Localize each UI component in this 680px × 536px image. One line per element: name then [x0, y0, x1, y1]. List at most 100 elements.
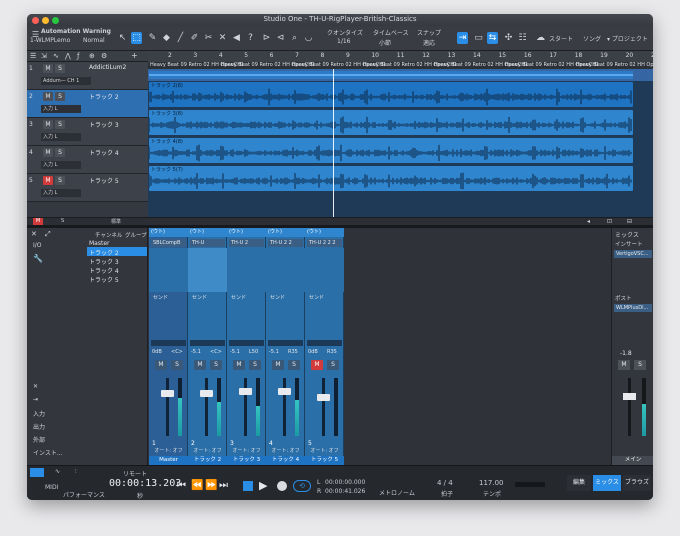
- zoom-label[interactable]: 標準: [111, 218, 121, 225]
- insert-slot[interactable]: TH-U: [190, 239, 225, 247]
- play-button[interactable]: ▶: [259, 479, 267, 492]
- loop-start[interactable]: 00:00:00.000: [325, 479, 365, 486]
- mute-button[interactable]: M: [43, 120, 53, 129]
- main-mute-button[interactable]: M: [618, 360, 630, 370]
- track-row-5[interactable]: 5 M S トラック 5 入力 L: [27, 174, 148, 202]
- remote-label[interactable]: リモート: [123, 469, 147, 478]
- solo-button[interactable]: S: [55, 92, 65, 101]
- main-fader-knob[interactable]: [623, 393, 636, 400]
- snap-toggle-icon[interactable]: ⇥: [457, 32, 468, 44]
- zoom-icon[interactable]: ⌕: [289, 32, 300, 44]
- arrow-tool-icon[interactable]: ↖: [117, 32, 128, 44]
- output-icon[interactable]: ⇥: [33, 396, 38, 403]
- mixer-channel-strip[interactable]: (ウト) TH-U 2 センド -5.1 L50 M S 3 オート: オフ トラック 3: [227, 228, 266, 465]
- metronome-label[interactable]: メトロノーム: [379, 488, 415, 497]
- mixer-channel-strip[interactable]: (ウト) TH-U 2 2 2 センド 0dB R35 M S 5 オート: オフ トラック 5: [305, 228, 344, 465]
- browse-tab[interactable]: ブラウズ: [623, 475, 651, 491]
- fader-track[interactable]: [166, 378, 169, 436]
- loop-button[interactable]: ⟲: [293, 480, 311, 492]
- add-track-icon[interactable]: +: [131, 51, 138, 60]
- mixer-channel-strip[interactable]: (ウト) TH-U センド -5.1 <C> M S 2 オート: オフ トラック 2: [188, 228, 227, 465]
- time-display[interactable]: 00:00:13.203: [109, 478, 181, 489]
- mute-button[interactable]: M: [233, 360, 245, 370]
- song-label[interactable]: ソング: [583, 34, 601, 43]
- insert-area[interactable]: [188, 248, 227, 292]
- automation-mode[interactable]: オート: オフ: [151, 448, 186, 455]
- track-name[interactable]: トラック 3: [89, 120, 119, 129]
- track-row-1[interactable]: 1 M S AddictiLum2 Addum— CH 1: [27, 62, 148, 90]
- rewind-start-icon[interactable]: ⏮: [177, 480, 186, 491]
- insert-slot[interactable]: SBLCompB: [151, 239, 186, 247]
- insert-slot[interactable]: TH-U 2: [229, 239, 264, 247]
- mute-button[interactable]: M: [155, 360, 167, 370]
- snap-value[interactable]: 適応: [423, 38, 435, 47]
- send-label[interactable]: センド: [229, 294, 264, 302]
- mute-button[interactable]: M: [272, 360, 284, 370]
- channel-item[interactable]: トラック 4: [89, 266, 119, 275]
- edit-tab[interactable]: 編集: [567, 475, 591, 491]
- wrench-icon[interactable]: 🔧: [33, 254, 43, 263]
- mute-button[interactable]: M: [311, 360, 323, 370]
- track-3-lane[interactable]: トラック 3(8): [148, 108, 653, 136]
- post-label[interactable]: ポスト: [615, 294, 632, 302]
- automation-mode[interactable]: オート: オフ: [268, 448, 303, 455]
- audio-bend-icon[interactable]: ⊳: [261, 32, 272, 44]
- instrument-label[interactable]: インスト...: [33, 448, 63, 457]
- track-input[interactable]: 入力 L: [41, 189, 81, 197]
- pencil-tool-icon[interactable]: ✎: [147, 32, 158, 44]
- fader-track[interactable]: [205, 378, 208, 436]
- fader-knob[interactable]: [161, 390, 174, 397]
- insert-slot[interactable]: TH-U 2 2 2: [307, 239, 342, 247]
- gear-icon[interactable]: ⚙: [101, 52, 107, 60]
- fader-track[interactable]: [322, 378, 325, 436]
- mute-button[interactable]: M: [43, 64, 53, 73]
- cloud-icon[interactable]: ☁: [535, 32, 546, 44]
- autoscroll-icon[interactable]: ✣: [503, 32, 514, 44]
- automation-mode[interactable]: オート: オフ: [307, 448, 342, 455]
- mixer-channel-strip[interactable]: (ウト) SBLCompB センド 0dB <C> M S 1 オート: オフ Master: [149, 228, 188, 465]
- fader-knob[interactable]: [239, 388, 252, 395]
- mixer-view-icon[interactable]: ⫶: [75, 468, 77, 476]
- line-tool-icon[interactable]: ✐: [189, 32, 200, 44]
- io-header[interactable]: (ウト): [227, 228, 266, 237]
- pan-slider[interactable]: [229, 340, 264, 346]
- audio-clip[interactable]: トラック 3(8): [149, 110, 633, 135]
- solo-button[interactable]: S: [249, 360, 261, 370]
- send-area[interactable]: [227, 306, 266, 340]
- channel-name[interactable]: Master: [149, 456, 188, 465]
- mix-tab[interactable]: ミックス: [593, 475, 621, 491]
- chord-label[interactable]: Heavy Beat 09 Retro 02 HH OpenCH1: [576, 62, 653, 68]
- quantize-icon[interactable]: ◡: [303, 32, 314, 44]
- channel-name[interactable]: トラック 3: [227, 456, 266, 465]
- mute-button[interactable]: M: [43, 92, 53, 101]
- zoom-slider-icon[interactable]: ⊟: [627, 218, 632, 225]
- pan-slider[interactable]: [151, 340, 186, 346]
- pointer-tool-icon[interactable]: ⬚: [131, 32, 142, 44]
- insert-area[interactable]: [305, 248, 344, 292]
- list-icon[interactable]: ☰: [30, 52, 36, 60]
- io-header[interactable]: (ウト): [266, 228, 305, 237]
- mute-button[interactable]: M: [43, 176, 53, 185]
- send-area[interactable]: [188, 306, 227, 340]
- main-solo-button[interactable]: S: [634, 360, 646, 370]
- stop-button[interactable]: [243, 481, 253, 491]
- layout-icon[interactable]: ☷: [517, 32, 528, 44]
- quantize-value[interactable]: 1/16: [337, 38, 350, 45]
- audio-clip[interactable]: トラック 5(7): [149, 166, 633, 191]
- track-input[interactable]: 入力 L: [41, 161, 81, 169]
- tempo[interactable]: 117.00: [479, 479, 504, 487]
- loop-end[interactable]: 00:00:41.026: [325, 488, 365, 495]
- fx-icon[interactable]: ƒ: [77, 52, 79, 60]
- send-area[interactable]: [305, 306, 344, 340]
- insert-label[interactable]: インサート: [615, 240, 643, 248]
- collapse-icon[interactable]: ✕: [33, 383, 38, 390]
- mixer-channel-strip[interactable]: (ウト) TH-U 2 2 センド -5.1 R35 M S 4 オート: オフ トラック 4: [266, 228, 305, 465]
- solo-button[interactable]: S: [171, 360, 183, 370]
- insert-area[interactable]: [227, 248, 266, 292]
- track-name[interactable]: トラック 2: [89, 92, 119, 101]
- audio-clip[interactable]: トラック 4(8): [149, 138, 633, 163]
- start-label[interactable]: スタート: [549, 34, 573, 43]
- track-input[interactable]: 入力 L: [41, 133, 81, 141]
- split-tool-icon[interactable]: ✂: [203, 32, 214, 44]
- external-label[interactable]: 外部: [33, 435, 45, 444]
